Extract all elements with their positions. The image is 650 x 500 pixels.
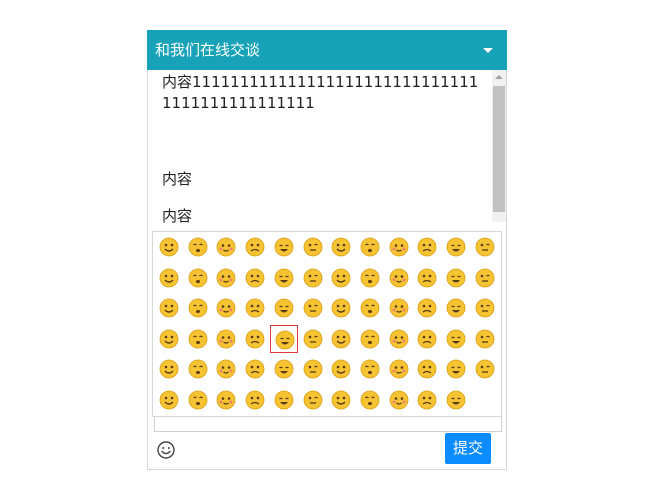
smiley-icon[interactable] — [156, 440, 176, 460]
money-emoji-icon[interactable] — [241, 325, 269, 353]
shocked-emoji-icon[interactable] — [385, 233, 413, 261]
message-item: 内容 — [162, 170, 193, 188]
blush-emoji-icon[interactable] — [299, 264, 327, 292]
skull-emoji-icon[interactable] — [327, 294, 355, 322]
frightened-emoji-icon[interactable] — [413, 233, 441, 261]
message-scrollbar[interactable] — [492, 70, 506, 222]
hammer-emoji-icon[interactable] — [155, 264, 183, 292]
rolling-eyes-emoji-icon[interactable] — [356, 355, 384, 383]
angry-red-emoji-icon[interactable] — [155, 294, 183, 322]
giggle-emoji-icon[interactable] — [442, 264, 470, 292]
ok-thumb-emoji-icon[interactable] — [327, 386, 355, 414]
pray-emoji-icon[interactable] — [241, 294, 269, 322]
shush-emoji-icon[interactable] — [269, 324, 298, 353]
sad-emoji-icon[interactable] — [299, 233, 327, 261]
wink-emoji-icon[interactable] — [270, 386, 298, 414]
tongue-emoji-icon[interactable] — [327, 233, 355, 261]
snicker-emoji-icon[interactable] — [270, 355, 298, 383]
smile-emoji-icon[interactable] — [212, 294, 240, 322]
grin-teeth-emoji-icon[interactable] — [212, 233, 240, 261]
angel-emoji-icon[interactable] — [327, 355, 355, 383]
thumbs-up-hand-emoji-icon[interactable] — [241, 264, 269, 292]
handshake-emoji-icon[interactable] — [385, 355, 413, 383]
shy-emoji-icon[interactable] — [471, 325, 499, 353]
sob-emoji-icon[interactable] — [442, 294, 470, 322]
pity-emoji-icon[interactable] — [442, 355, 470, 383]
scroll-up-icon[interactable] — [495, 75, 503, 79]
grumpy-emoji-icon[interactable] — [327, 325, 355, 353]
kiss-emoji-icon[interactable] — [155, 233, 183, 261]
submit-button[interactable]: 提交 — [445, 433, 491, 464]
doge-emoji-icon[interactable] — [184, 264, 212, 292]
wronged-emoji-icon[interactable] — [413, 355, 441, 383]
scroll-thumb[interactable] — [493, 86, 505, 212]
emoji-panel — [152, 231, 502, 417]
wry-emoji-icon[interactable] — [442, 325, 470, 353]
eyeroll-emoji-icon[interactable] — [413, 294, 441, 322]
tears-joy-emoji-icon[interactable] — [471, 355, 499, 383]
chat-title: 和我们在线交谈 — [155, 41, 261, 59]
hmm-emoji-icon[interactable] — [184, 386, 212, 414]
sweat-emoji-icon[interactable] — [356, 325, 384, 353]
laugh-emoji-icon[interactable] — [327, 264, 355, 292]
clap-emoji-icon[interactable] — [471, 233, 499, 261]
dizzy-fish-emoji-icon[interactable] — [212, 264, 240, 292]
ok-hand-emoji-icon[interactable] — [270, 264, 298, 292]
rub-eyes-emoji-icon[interactable] — [270, 233, 298, 261]
drool-emoji-icon[interactable] — [356, 233, 384, 261]
hug-emoji-icon[interactable] — [155, 355, 183, 383]
cry-angry-emoji-icon[interactable] — [356, 386, 384, 414]
tongue-out-emoji-icon[interactable] — [184, 294, 212, 322]
mask-emoji-icon[interactable] — [270, 294, 298, 322]
confused-emoji-icon[interactable] — [184, 233, 212, 261]
message-item: 内容 — [162, 207, 193, 225]
scream-emoji-icon[interactable] — [385, 264, 413, 292]
yawn-emoji-icon[interactable] — [241, 355, 269, 383]
think-emoji-icon[interactable] — [212, 355, 240, 383]
big-grin-emoji-icon[interactable] — [155, 386, 183, 414]
squint-emoji-icon[interactable] — [241, 386, 269, 414]
bye-emoji-icon[interactable] — [442, 233, 470, 261]
question-emoji-icon[interactable] — [155, 325, 183, 353]
rage-emoji-icon[interactable] — [184, 325, 212, 353]
sweat-drop-emoji-icon[interactable] — [299, 355, 327, 383]
sunglasses-emoji-icon[interactable] — [299, 294, 327, 322]
collapse-arrow-icon[interactable] — [483, 48, 493, 53]
sleepy-emoji-icon[interactable] — [385, 325, 413, 353]
rofl-emoji-icon[interactable] — [385, 294, 413, 322]
fist-emoji-icon[interactable] — [299, 325, 327, 353]
cat-emoji-icon[interactable] — [471, 294, 499, 322]
message-item: 内容11111111111111111111111111111111111111… — [162, 73, 479, 112]
chat-header[interactable]: 和我们在线交谈 — [147, 30, 507, 70]
pout-emoji-icon[interactable] — [356, 264, 384, 292]
tsk-emoji-icon[interactable] — [413, 386, 441, 414]
facepalm-emoji-icon[interactable] — [385, 386, 413, 414]
smirk-emoji-icon[interactable] — [413, 264, 441, 292]
glasses-emoji-icon[interactable] — [241, 233, 269, 261]
heart-kiss-emoji-icon[interactable] — [184, 355, 212, 383]
spiral-emoji-icon[interactable] — [299, 386, 327, 414]
tired-emoji-icon[interactable] — [356, 294, 384, 322]
hands-together-emoji-icon[interactable] — [442, 386, 470, 414]
victory-emoji-icon[interactable] — [212, 386, 240, 414]
heart-eyes-emoji-icon[interactable] — [471, 264, 499, 292]
black-ball-emoji-icon[interactable] — [413, 325, 441, 353]
ok-fingers-emoji-icon[interactable] — [212, 325, 240, 353]
message-list: 内容11111111111111111111111111111111111111… — [148, 70, 506, 240]
chat-widget: 和我们在线交谈 内容111111111111111111111111111111… — [147, 30, 507, 470]
